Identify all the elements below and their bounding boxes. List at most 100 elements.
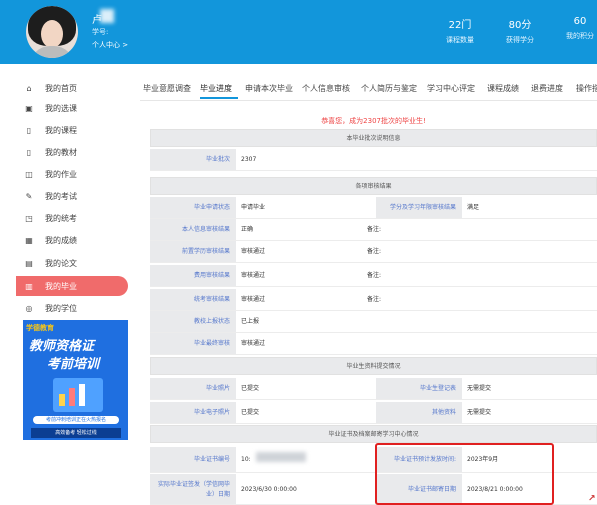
sidebar-item-degree[interactable]: ◎ 我的学位 [16, 298, 128, 318]
section-batch-info: 本毕业批次说明信息 [150, 129, 597, 147]
sidebar-item-label: 我的论文 [45, 258, 77, 268]
tab-divider [140, 100, 597, 101]
register-form-value: 无需提交 [462, 378, 597, 400]
unified-exam-label: 统考审核结果 [150, 289, 236, 311]
school-report-value: 已上报 [236, 311, 597, 333]
profile-header: 卢 学号: 个人中心 > 22门 课程数量 80分 获得学分 60 我的积分 [0, 0, 597, 64]
cert-no-label: 毕业证书编号 [150, 447, 236, 473]
batch-label: 毕业批次 [150, 149, 236, 171]
sidebar-item-exams[interactable]: ✎ 我的考试 [16, 186, 128, 206]
final-review-label: 毕业最终审核 [150, 333, 236, 355]
sidebar-item-textbooks[interactable]: ▯ 我的教材 [16, 142, 128, 162]
sidebar-item-graduation[interactable]: ▥ 我的毕业 [16, 276, 128, 296]
sidebar-item-label: 我的教材 [45, 147, 77, 157]
thesis-icon: ▤ [25, 258, 33, 268]
unified-exam-value: 审核通过 [236, 289, 362, 311]
home-icon: ⌂ [26, 83, 32, 93]
stat-points[interactable]: 60 我的积分 [566, 16, 594, 41]
sidebar-item-thesis[interactable]: ▤ 我的论文 [16, 253, 128, 273]
course-icon: ▯ [26, 125, 32, 135]
tab-apply[interactable]: 申请本次毕业 [245, 83, 293, 94]
e-photo-value: 已提交 [236, 402, 376, 424]
ad-footer: 高效备考 轻松过线 [31, 428, 121, 438]
unified-exam-icon: ◳ [25, 213, 33, 223]
course-select-icon: ▣ [25, 103, 33, 113]
ad-subtitle: 考前培训 [47, 357, 100, 372]
stat-credits-label: 获得学分 [506, 36, 534, 44]
stat-courses-label: 课程数量 [446, 36, 474, 44]
exam-icon: ✎ [25, 191, 33, 201]
tab-grades[interactable]: 课程成绩 [487, 83, 519, 94]
register-form-label: 毕业生登记表 [376, 378, 462, 400]
sidebar-item-label: 我的作业 [45, 169, 77, 179]
sign-date-label: 实际毕业证签发（学信网毕业）日期 [150, 474, 236, 505]
stat-credits-value: 80分 [508, 20, 532, 31]
sidebar-item-label: 我的成绩 [45, 235, 77, 245]
sidebar-item-label: 我的毕业 [45, 281, 77, 291]
corner-mark: ↗ [588, 494, 596, 504]
personal-info-note: 备注: [362, 219, 597, 241]
tab-center-eval[interactable]: 学习中心评定 [427, 83, 475, 94]
tab-guide[interactable]: 操作指 [576, 83, 597, 94]
photo-label: 毕业照片 [150, 378, 236, 400]
active-tab-indicator [200, 97, 238, 99]
batch-value: 2307 [236, 149, 597, 171]
stat-points-value: 60 [573, 16, 587, 27]
fee-value: 审核通过 [236, 265, 362, 287]
ad-illustration [53, 378, 103, 412]
stat-points-label: 我的积分 [566, 32, 594, 40]
graduation-icon: ▥ [25, 281, 33, 291]
tab-personal-info[interactable]: 个人信息审核 [302, 83, 350, 94]
student-id: 学号: [92, 28, 109, 36]
section-certificate: 毕业证书及档案邮寄学习中心情况 [150, 425, 597, 443]
prior-edu-value: 审核通过 [236, 241, 362, 263]
highlight-box [375, 443, 554, 505]
book-icon: ▯ [26, 147, 32, 157]
prior-edu-label: 前置学历审核结果 [150, 241, 236, 263]
stat-courses[interactable]: 22门 课程数量 [446, 16, 474, 45]
tab-refund[interactable]: 退费进度 [531, 83, 563, 94]
section-materials: 毕业生资料提交情况 [150, 357, 597, 375]
sidebar-item-courses[interactable]: ▯ 我的课程 [16, 120, 128, 140]
congrats-notice: 恭喜您，成为2307批次的毕业生! [321, 117, 426, 125]
stat-courses-value: 22门 [448, 20, 472, 31]
ad-band: 考前冲刺培训正在火热报名 [33, 416, 119, 424]
homework-icon: ◫ [25, 169, 33, 179]
tab-progress[interactable]: 毕业进度 [200, 83, 232, 94]
sidebar-item-scores[interactable]: ▦ 我的成绩 [16, 230, 128, 250]
apply-status-value: 申请毕业 [236, 197, 376, 219]
sidebar-item-label: 我的统考 [45, 213, 77, 223]
e-photo-label: 毕业电子照片 [150, 402, 236, 424]
sidebar-item-unified-exam[interactable]: ◳ 我的统考 [16, 208, 128, 228]
sidebar-item-label: 我的课程 [45, 125, 77, 135]
apply-status-label: 毕业申请状态 [150, 197, 236, 219]
fee-label: 费用审核结果 [150, 265, 236, 287]
ad-title: 教师资格证 [29, 339, 95, 354]
score-icon: ▦ [25, 235, 33, 245]
fee-note: 备注: [362, 265, 597, 287]
unified-exam-note: 备注: [362, 289, 597, 311]
credit-result-value: 满足 [462, 197, 597, 219]
sign-date-value: 2023/6/30 0:00:00 [236, 474, 376, 505]
section-review-result: 各项审核结果 [150, 177, 597, 195]
sidebar-item-label: 我的考试 [45, 191, 77, 201]
tab-resume[interactable]: 个人简历与鉴定 [361, 83, 417, 94]
avatar[interactable] [26, 6, 78, 58]
degree-icon: ◎ [25, 303, 33, 313]
sidebar-item-homework[interactable]: ◫ 我的作业 [16, 164, 128, 184]
sidebar-item-label: 我的选课 [45, 103, 77, 113]
final-review-value: 审核通过 [236, 333, 597, 355]
sidebar-item-course-select[interactable]: ▣ 我的选课 [16, 98, 128, 118]
ad-logo: 学德教育 [26, 324, 54, 332]
tab-survey[interactable]: 毕业意愿调查 [143, 83, 191, 94]
personal-center-link[interactable]: 个人中心 > [92, 40, 128, 50]
stat-credits[interactable]: 80分 获得学分 [506, 16, 534, 45]
school-report-label: 教校上报状态 [150, 311, 236, 333]
sidebar-item-home[interactable]: ⌂ 我的首页 [16, 78, 128, 98]
other-docs-value: 无需提交 [462, 402, 597, 424]
sidebar-item-label: 我的首页 [45, 83, 77, 93]
photo-value: 已提交 [236, 378, 376, 400]
blurred-name [100, 9, 114, 23]
credit-result-label: 学分及学习年限审核结果 [376, 197, 462, 219]
ad-banner[interactable]: 学德教育 教师资格证 考前培训 考前冲刺培训正在火热报名 高效备考 轻松过线 [23, 320, 128, 440]
